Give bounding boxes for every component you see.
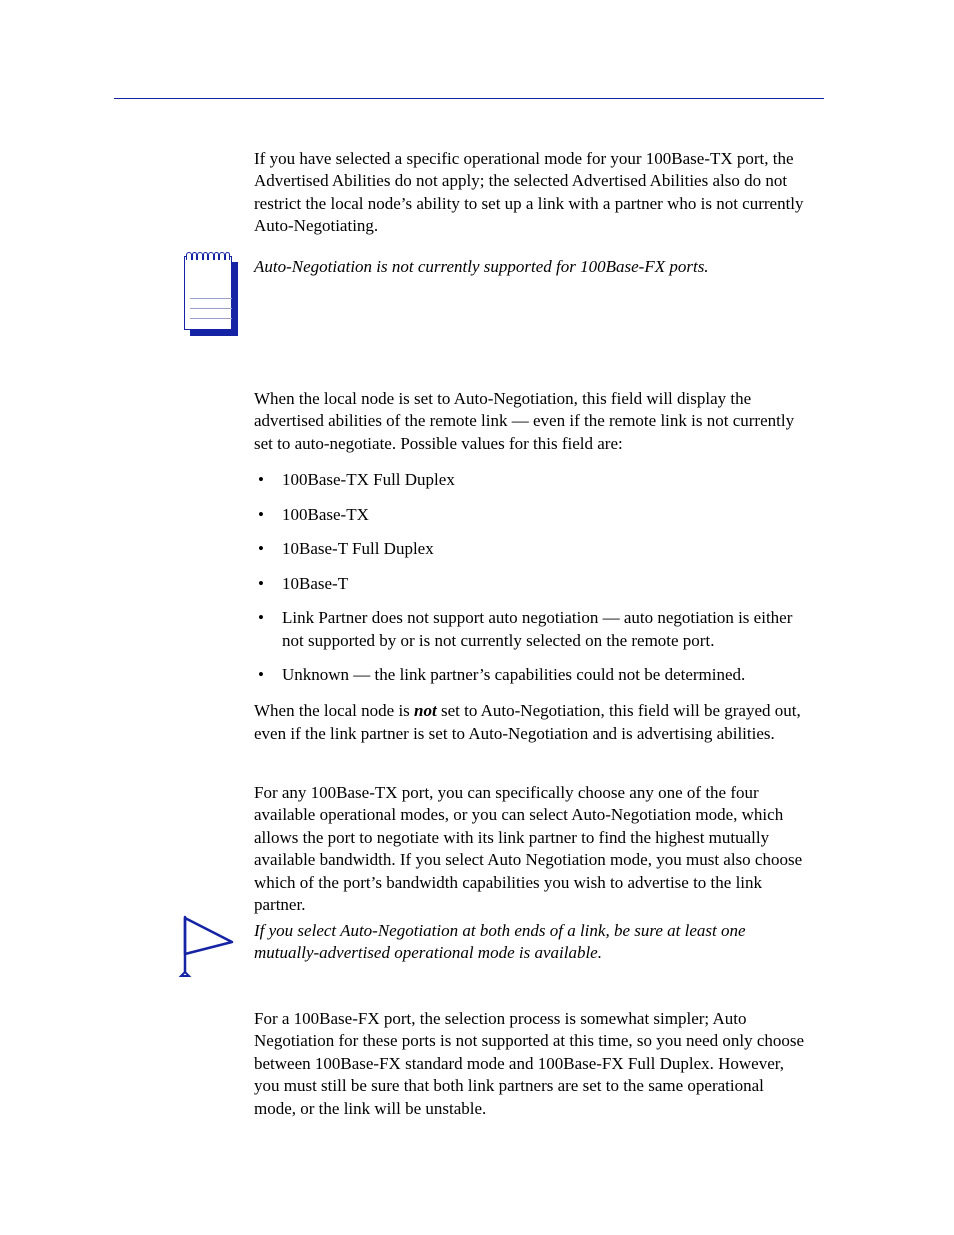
list-item: Link Partner does not support auto negot…: [254, 607, 810, 652]
not-word: not: [414, 701, 437, 720]
not-auto-pre: When the local node is: [254, 701, 414, 720]
not-auto-paragraph: When the local node is not set to Auto-N…: [254, 700, 810, 745]
caution-text: If you select Auto-Negotiation at both e…: [254, 914, 754, 965]
list-item: 100Base-TX: [254, 504, 810, 526]
header-rule: [114, 98, 824, 99]
list-item: 100Base-TX Full Duplex: [254, 469, 810, 491]
tx-port-section: For any 100Base-TX port, you can specifi…: [254, 782, 810, 931]
list-item: Unknown — the link partner’s capabilitie…: [254, 664, 810, 686]
list-item: 10Base-T: [254, 573, 810, 595]
note-block: Auto-Negotiation is not currently suppor…: [184, 252, 810, 278]
page: If you have selected a specific operatio…: [0, 0, 954, 1235]
remote-intro-paragraph: When the local node is set to Auto-Negot…: [254, 388, 810, 455]
list-item: 10Base-T Full Duplex: [254, 538, 810, 560]
fx-port-section: For a 100Base-FX port, the selection pro…: [254, 1008, 810, 1134]
tx-paragraph: For any 100Base-TX port, you can specifi…: [254, 782, 810, 917]
flag-icon: [178, 914, 238, 978]
fx-paragraph: For a 100Base-FX port, the selection pro…: [254, 1008, 810, 1120]
remote-values-list: 100Base-TX Full Duplex 100Base-TX 10Base…: [254, 469, 810, 686]
intro-paragraph: If you have selected a specific operatio…: [254, 148, 810, 238]
remote-capabilities-section: When the local node is set to Auto-Negot…: [254, 388, 810, 759]
caution-block: If you select Auto-Negotiation at both e…: [178, 914, 810, 965]
note-text: Auto-Negotiation is not currently suppor…: [254, 252, 810, 278]
intro-section: If you have selected a specific operatio…: [254, 148, 810, 252]
notepad-icon: [184, 252, 238, 334]
